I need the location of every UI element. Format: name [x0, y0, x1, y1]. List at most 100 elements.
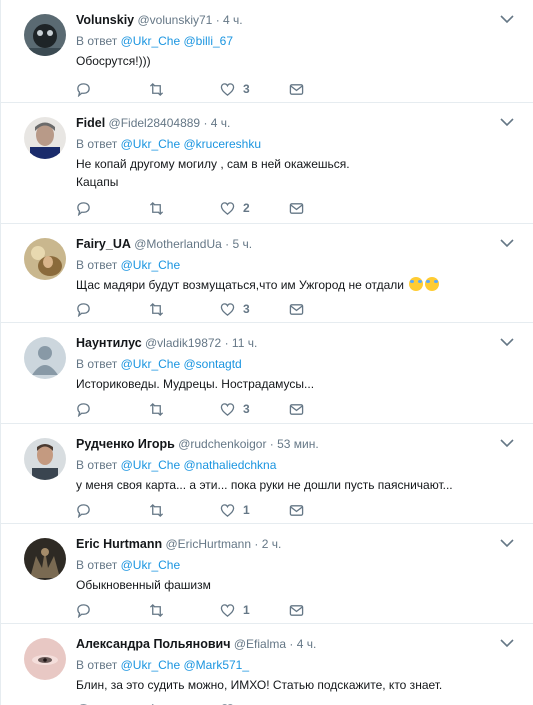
reply-context: В ответ @Ukr_Che @nathaliedchkna — [76, 457, 494, 473]
chevron-down-icon[interactable] — [500, 337, 514, 347]
user-handle[interactable]: @volunskiy71 — [137, 13, 212, 27]
avatar[interactable] — [24, 238, 66, 280]
retweet-button[interactable] — [149, 401, 164, 417]
tweet[interactable]: Наунтилус @vladik19872 · 11 ч. В ответ @… — [1, 323, 533, 424]
retweet-button[interactable] — [149, 200, 164, 216]
like-icon — [220, 503, 235, 517]
reply-icon — [77, 201, 90, 216]
like-count: 3 — [243, 302, 250, 316]
user-handle[interactable]: @Fidel28404889 — [109, 116, 201, 130]
timestamp[interactable]: 4 ч. — [211, 116, 231, 130]
tweet[interactable]: Eric Hurtmann @EricHurtmann · 2 ч. В отв… — [1, 524, 533, 624]
tweet-header: Eric Hurtmann @EricHurtmann · 2 ч. — [76, 536, 494, 552]
message-button[interactable] — [289, 602, 304, 618]
chevron-down-icon[interactable] — [500, 117, 514, 127]
user-handle[interactable]: @Efialma — [234, 637, 286, 651]
display-name[interactable]: Volunskiy — [76, 13, 134, 27]
mention-link[interactable]: @Ukr_Che — [121, 357, 181, 371]
avatar[interactable] — [24, 117, 66, 159]
message-button[interactable] — [289, 401, 304, 417]
retweet-button[interactable] — [149, 502, 164, 518]
grinning-tears-emoji — [409, 277, 424, 291]
chevron-down-icon[interactable] — [500, 238, 514, 248]
chevron-down-icon[interactable] — [500, 438, 514, 448]
like-button[interactable]: 2 — [220, 200, 250, 216]
mention-link[interactable]: @billi_67 — [183, 34, 233, 48]
mention-link[interactable]: @krucereshku — [183, 137, 261, 151]
message-button[interactable] — [289, 81, 304, 97]
reply-context: В ответ @Ukr_Che — [76, 557, 494, 573]
mention-link[interactable]: @nathaliedchkna — [183, 458, 276, 472]
retweet-button[interactable] — [149, 81, 164, 97]
like-button[interactable]: 3 — [220, 81, 250, 97]
retweet-icon — [149, 402, 164, 416]
user-handle[interactable]: @rudchenkoigor — [178, 437, 266, 451]
tweet[interactable]: Fidel @Fidel28404889 · 4 ч. В ответ @Ukr… — [1, 103, 533, 224]
reply-icon — [77, 503, 90, 518]
reply-button[interactable] — [76, 502, 91, 518]
retweet-button[interactable] — [149, 602, 164, 618]
mention-link[interactable]: @Ukr_Che — [121, 458, 181, 472]
display-name[interactable]: Fidel — [76, 116, 105, 130]
chevron-down-icon[interactable] — [500, 14, 514, 24]
message-button[interactable] — [289, 200, 304, 216]
retweet-button[interactable] — [149, 301, 164, 317]
retweet-icon — [149, 503, 164, 517]
like-button[interactable]: 3 — [220, 301, 250, 317]
avatar[interactable] — [24, 337, 66, 379]
mention-link[interactable]: @sontagtd — [183, 357, 241, 371]
avatar[interactable] — [24, 638, 66, 680]
timestamp[interactable]: 4 ч. — [297, 637, 317, 651]
tweet[interactable]: Александра Польянович @Efialma · 4 ч. В … — [1, 624, 533, 705]
mention-link[interactable]: @Mark571_ — [183, 658, 249, 672]
display-name[interactable]: Александра Польянович — [76, 637, 231, 651]
chevron-down-icon[interactable] — [500, 538, 514, 548]
tweet[interactable]: Fairy_UA @MotherlandUa · 5 ч. В ответ @U… — [1, 224, 533, 323]
separator-dot: · — [224, 336, 229, 350]
timestamp[interactable]: 4 ч. — [223, 13, 243, 27]
timestamp[interactable]: 11 ч. — [232, 336, 257, 350]
tweet[interactable]: Рудченко Игорь @rudchenkoigor · 53 мин. … — [1, 424, 533, 524]
display-name[interactable]: Рудченко Игорь — [76, 437, 175, 451]
separator-dot: · — [225, 237, 230, 251]
message-button[interactable] — [289, 502, 304, 518]
tweet-header: Volunskiy @volunskiy71 · 4 ч. — [76, 12, 494, 28]
mention-link[interactable]: @Ukr_Che — [121, 658, 181, 672]
user-handle[interactable]: @vladik19872 — [145, 336, 221, 350]
reply-button[interactable] — [76, 602, 91, 618]
display-name[interactable]: Fairy_UA — [76, 237, 131, 251]
avatar[interactable] — [24, 538, 66, 580]
tweet-text: Обосрутся!))) — [76, 54, 151, 68]
mention-link[interactable]: @Ukr_Che — [121, 558, 181, 572]
avatar[interactable] — [24, 438, 66, 480]
avatar[interactable] — [24, 14, 66, 56]
tweet-text-body: Щас мадяри будут возмущаться,что им Ужго… — [76, 278, 404, 292]
user-handle[interactable]: @MotherlandUa — [134, 237, 222, 251]
mention-link[interactable]: @Ukr_Che — [121, 34, 181, 48]
like-icon — [220, 603, 235, 617]
reply-button[interactable] — [76, 401, 91, 417]
mention-link[interactable]: @Ukr_Che — [121, 258, 181, 272]
like-button[interactable]: 3 — [220, 401, 250, 417]
like-button[interactable]: 1 — [220, 602, 250, 618]
message-icon — [289, 403, 304, 415]
message-button[interactable] — [289, 301, 304, 317]
display-name[interactable]: Наунтилус — [76, 336, 142, 350]
tweet-text: Обыкновенный фашизм — [76, 578, 211, 592]
mention-link[interactable]: @Ukr_Che — [121, 137, 181, 151]
reply-button[interactable] — [76, 301, 91, 317]
reply-button[interactable] — [76, 200, 91, 216]
like-count: 3 — [243, 402, 250, 416]
display-name[interactable]: Eric Hurtmann — [76, 537, 162, 551]
reply-prefix: В ответ — [76, 558, 118, 572]
like-icon — [220, 201, 235, 215]
replies-feed: Volunskiy @volunskiy71 · 4 ч. В ответ @U… — [0, 0, 533, 705]
timestamp[interactable]: 53 мин. — [277, 437, 319, 451]
like-button[interactable]: 1 — [220, 502, 250, 518]
timestamp[interactable]: 5 ч. — [232, 237, 252, 251]
user-handle[interactable]: @EricHurtmann — [165, 537, 251, 551]
tweet[interactable]: Volunskiy @volunskiy71 · 4 ч. В ответ @U… — [1, 0, 533, 103]
chevron-down-icon[interactable] — [500, 638, 514, 648]
timestamp[interactable]: 2 ч. — [262, 537, 282, 551]
reply-button[interactable] — [76, 81, 91, 97]
